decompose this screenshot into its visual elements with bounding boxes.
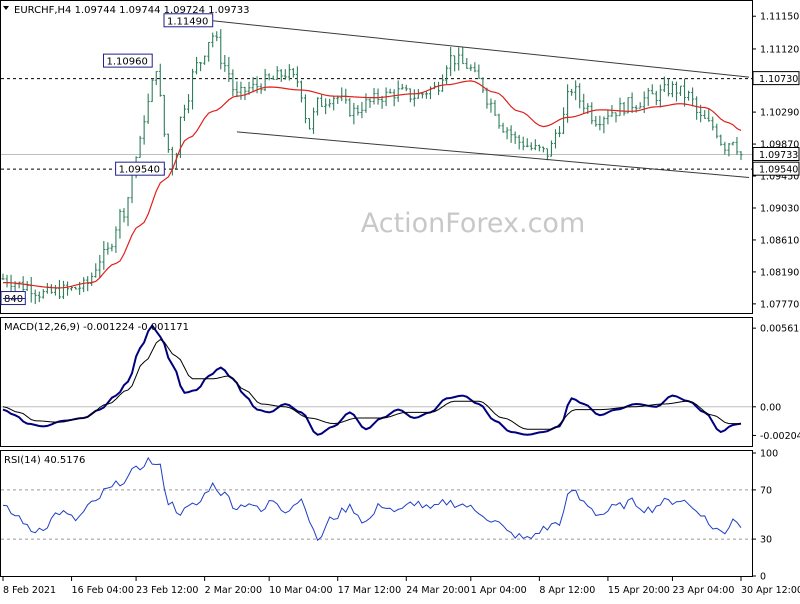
rsi-panel-frame <box>1 451 753 577</box>
time-axis-label: 8 Feb 2021 <box>3 585 56 596</box>
price-panel: ActionForex.com 1.11490 1.10960 1.09540 840… <box>1 1 800 314</box>
level-price-label-0: 1.10730 <box>759 74 798 85</box>
time-axis-label: 8 Apr 12:00 <box>539 585 595 596</box>
price-axis-label: 1.08610 <box>760 235 799 246</box>
watermark: ActionForex.com <box>361 208 586 239</box>
price-annotation-label-1: 1.10960 <box>107 57 148 68</box>
level-price-label-1: 1.09540 <box>759 165 798 176</box>
rsi-header: RSI(14) 40.5176 <box>4 455 85 466</box>
time-axis-label: 24 Mar 20:00 <box>406 585 469 596</box>
chart-root: ActionForex.com 1.11490 1.10960 1.09540 840… <box>0 0 800 600</box>
time-axis: 8 Feb 2021 16 Feb 04:0023 Feb 12:00 2 Mar … <box>3 577 800 596</box>
price-axis-label: 1.11150 <box>760 12 799 23</box>
price-axis-label: 1.10290 <box>760 108 799 119</box>
price-axis-label: 1.08190 <box>760 267 799 278</box>
macd-header: MACD(12,26,9) -0.001224 -0.001171 <box>4 322 189 333</box>
price-axis-label: 1.11120 <box>760 44 799 55</box>
macd-axis-label: 0.005618 <box>760 324 800 335</box>
rsi-axis-label: 30 <box>760 535 772 546</box>
time-axis-label: 1 Apr 04:00 <box>471 585 527 596</box>
time-axis-label: 23 Feb 12:00 <box>136 585 198 596</box>
rsi-panel: 100 70 30 0 RSI(14) 40.5176 <box>1 449 779 583</box>
time-axis-label: 16 Feb 04:00 <box>72 585 134 596</box>
price-annotation-label-3: 840 <box>4 294 23 305</box>
chart-svg: ActionForex.com 1.11490 1.10960 1.09540 840… <box>0 0 800 600</box>
macd-panel-frame <box>1 318 753 447</box>
symbol-header: EURCHF,H4 1.09744 1.09744 1.09724 1.0973… <box>14 5 250 16</box>
time-axis-label: 10 Mar 04:00 <box>269 585 332 596</box>
price-panel-frame <box>1 1 753 314</box>
price-axis-label: 1.07770 <box>760 299 799 310</box>
price-annotation-label-0: 1.11490 <box>167 16 208 27</box>
rsi-axis-label: 0 <box>760 572 766 583</box>
time-axis-label: 30 Apr 12:00 <box>741 585 800 596</box>
price-axis-label: 1.09030 <box>760 203 799 214</box>
time-axis-label: 23 Apr 04:00 <box>672 585 734 596</box>
current-price-label: 1.09733 <box>759 150 798 161</box>
macd-axis-label: 0.00 <box>760 402 781 413</box>
macd-panel: 0.005618 0.00 -0.002046 MACD(12,26,9) -0.0… <box>1 318 800 447</box>
macd-axis-label: -0.002046 <box>760 431 800 442</box>
rsi-axis-label: 70 <box>760 485 772 496</box>
rsi-axis-label: 100 <box>760 449 778 460</box>
price-annotation-label-2: 1.09540 <box>119 165 160 176</box>
time-axis-label: 17 Mar 12:00 <box>338 585 401 596</box>
time-axis-label: 2 Mar 20:00 <box>205 585 262 596</box>
time-axis-label: 15 Apr 20:00 <box>608 585 670 596</box>
